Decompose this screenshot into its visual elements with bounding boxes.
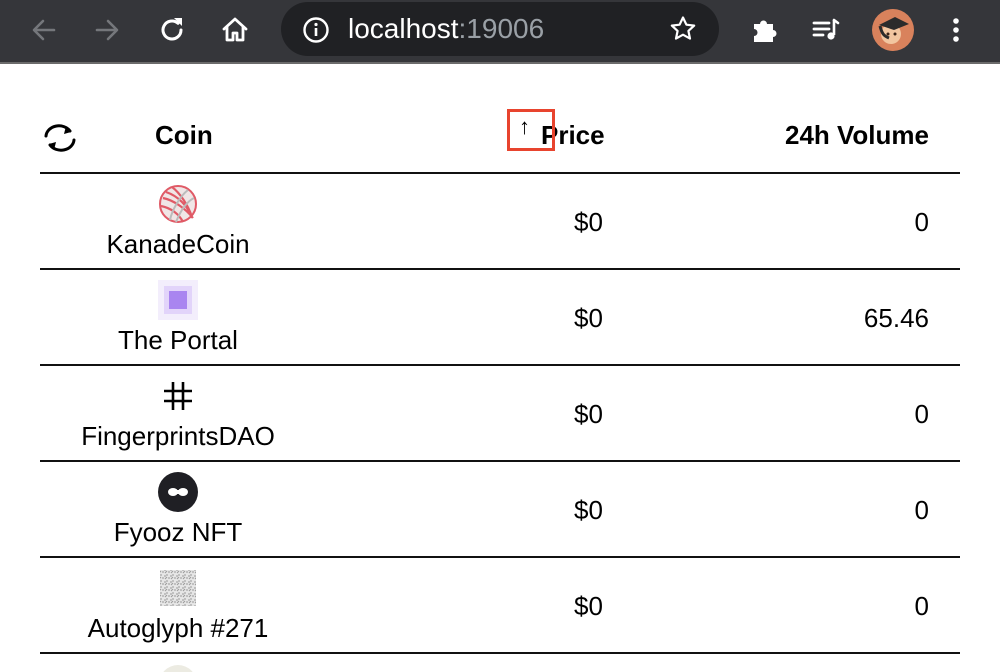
sort-arrow-icon: ↑: [519, 114, 530, 139]
purple-square-icon: [158, 280, 198, 320]
noise-pattern-icon: [160, 570, 196, 606]
browser-toolbar: localhost:19006: [0, 0, 1000, 64]
coin-volume: 0: [914, 591, 929, 621]
table-header: Coin Price 24h Volume ↑: [40, 96, 960, 174]
hash-icon: [164, 382, 192, 410]
puzzle-icon: [754, 20, 777, 42]
profile-avatar-button[interactable]: [871, 8, 915, 52]
coin-name: FingerprintsDAO: [81, 421, 275, 451]
browser-menu-button[interactable]: [938, 12, 974, 48]
table-row[interactable]: The Portal $0 65.46: [40, 270, 960, 366]
coin-name: Autoglyph #271: [87, 613, 269, 643]
coin-price: $0: [574, 495, 603, 525]
header-coin[interactable]: Coin: [155, 120, 213, 150]
coin-name: Fyooz NFT: [113, 517, 243, 547]
back-button[interactable]: [26, 12, 62, 48]
back-arrow-icon: [32, 19, 56, 41]
coin-volume: 0: [914, 399, 929, 429]
table-row[interactable]: FingerprintsDAO $0 0: [40, 366, 960, 462]
coin-icon-partial: [163, 665, 193, 672]
coin-volume: 65.46: [863, 303, 929, 333]
url-host: localhost: [348, 13, 459, 44]
media-controls-button[interactable]: [808, 12, 844, 48]
bookmark-star-icon[interactable]: [668, 14, 698, 44]
reload-button[interactable]: [154, 12, 190, 48]
coin-volume: 0: [914, 495, 929, 525]
table-row[interactable]: Fyooz NFT $0 0: [40, 462, 960, 558]
table-row[interactable]: KanadeCoin $0 0: [40, 174, 960, 270]
refresh-icon: [44, 124, 76, 152]
reload-icon: [161, 18, 183, 41]
forward-button[interactable]: [89, 12, 125, 48]
url-port: :19006: [458, 13, 545, 44]
table-row-partial: [40, 654, 960, 672]
forward-arrow-icon: [95, 19, 119, 41]
coin-price: $0: [574, 207, 603, 237]
coin-price: $0: [574, 303, 603, 333]
playlist-music-icon: [812, 18, 840, 40]
home-button[interactable]: [217, 12, 253, 48]
sort-highlight-box[interactable]: ↑: [507, 109, 555, 151]
address-bar[interactable]: localhost:19006: [281, 2, 719, 56]
coin-volume: 0: [914, 207, 929, 237]
extensions-button[interactable]: [746, 12, 782, 48]
refresh-button[interactable]: [40, 120, 80, 156]
avatar: [872, 9, 914, 51]
coin-price: $0: [574, 399, 603, 429]
site-info-icon[interactable]: [301, 15, 331, 45]
coin-name: The Portal: [118, 325, 238, 355]
header-volume[interactable]: 24h Volume: [785, 120, 929, 150]
home-icon: [222, 17, 248, 42]
infinity-icon: [158, 472, 198, 512]
yarn-ball-icon: [159, 185, 197, 223]
coin-price: $0: [574, 591, 603, 621]
table-row[interactable]: Autoglyph #271 $0 0: [40, 558, 960, 654]
more-vertical-icon: [953, 18, 959, 42]
coin-name: KanadeCoin: [106, 229, 250, 259]
url-text[interactable]: localhost:19006: [348, 14, 544, 44]
